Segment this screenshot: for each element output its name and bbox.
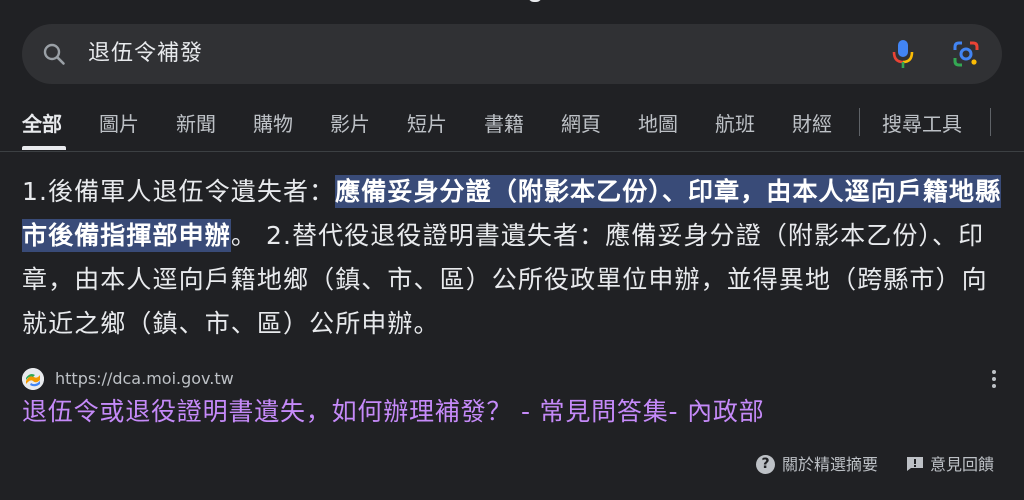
search-icon: [43, 43, 65, 65]
tab-news[interactable]: 新聞: [176, 110, 216, 138]
search-input[interactable]: 退伍令補發: [88, 38, 203, 70]
search-results-page: 退伍令補發 全部 圖片 新聞 購物 影片 短片 書籍 網頁 地圖 航班 財經 搜…: [0, 0, 1024, 500]
snippet-part-1: 1.後備軍人退伍令遺失者：: [22, 177, 336, 206]
tabs-divider: [859, 108, 860, 136]
tab-flights[interactable]: 航班: [715, 110, 755, 138]
result-url[interactable]: https://dca.moi.gov.tw: [55, 368, 234, 390]
microphone-icon[interactable]: [890, 39, 916, 69]
tab-short-videos[interactable]: 短片: [407, 110, 447, 138]
active-tab-indicator: [22, 146, 66, 150]
tab-finance[interactable]: 財經: [792, 110, 832, 138]
tab-shopping[interactable]: 購物: [253, 110, 293, 138]
tabs-divider: [990, 108, 991, 136]
help-icon: ?: [756, 455, 775, 474]
tab-search-tools[interactable]: 搜尋工具: [882, 110, 962, 138]
tab-videos[interactable]: 影片: [330, 110, 370, 138]
feedback-label: 意見回饋: [930, 455, 995, 474]
search-tabs: 全部 圖片 新聞 購物 影片 短片 書籍 網頁 地圖 航班 財經 搜尋工具: [0, 100, 1024, 152]
tab-web[interactable]: 網頁: [561, 110, 601, 138]
tab-maps[interactable]: 地圖: [638, 110, 678, 138]
result-title-link[interactable]: 退伍令或退役證明書遺失，如何辦理補發？ - 常見問答集- 內政部: [22, 394, 764, 430]
site-favicon-icon: [22, 368, 44, 390]
feedback-icon: [907, 457, 923, 471]
google-logo-fragment: [528, 0, 542, 2]
more-options-icon[interactable]: [984, 370, 1004, 392]
search-bar[interactable]: 退伍令補發: [22, 24, 1002, 84]
google-lens-icon[interactable]: [952, 40, 980, 68]
tab-images[interactable]: 圖片: [99, 110, 139, 138]
about-featured-snippets-label: 關於精選摘要: [782, 455, 879, 474]
tab-books[interactable]: 書籍: [484, 110, 524, 138]
tab-all[interactable]: 全部: [22, 110, 62, 138]
featured-snippet-text: 1.後備軍人退伍令遺失者：應備妥身分證（附影本乙份）、印章，由本人逕向戶籍地縣市…: [22, 170, 1012, 346]
